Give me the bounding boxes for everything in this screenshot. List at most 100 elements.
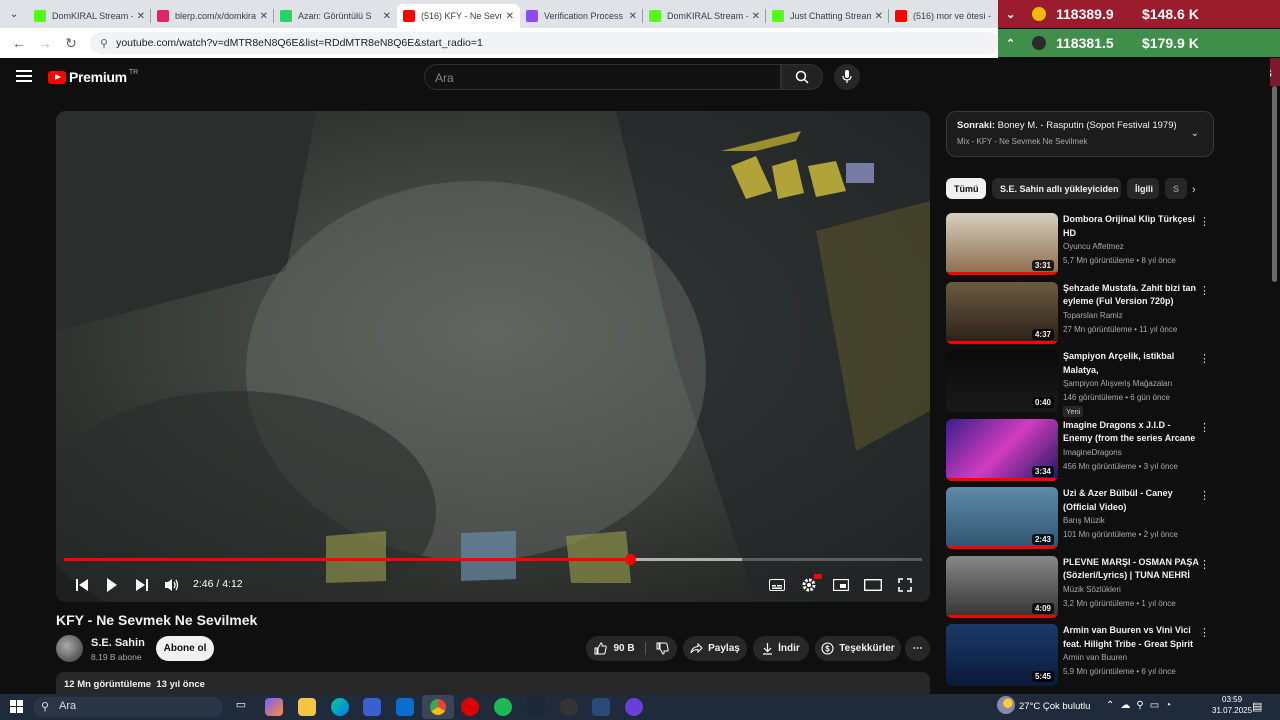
browser-tab[interactable]: blerp.com/x/domkiral ✕ <box>151 4 274 28</box>
clock[interactable]: 03:59 31.07.2025 <box>1212 695 1252 715</box>
thanks-button[interactable]: $ Teşekkürler <box>815 636 901 661</box>
video-thumbnail[interactable]: 5:45 <box>946 624 1058 686</box>
chrome-icon[interactable] <box>422 695 454 719</box>
more-vertical-icon[interactable]: ⋮ <box>1199 352 1210 365</box>
speedometer-icon[interactable] <box>560 698 578 716</box>
file-explorer-icon[interactable] <box>298 698 316 716</box>
store-icon[interactable] <box>363 698 381 716</box>
outlook-icon[interactable] <box>396 698 414 716</box>
fullscreen-button[interactable] <box>895 575 915 595</box>
site-info-icon[interactable]: ⚲ <box>100 37 108 50</box>
recommended-channel[interactable]: Şampiyon Alışveriş Mağazaları <box>1063 379 1172 388</box>
close-icon[interactable]: ✕ <box>506 11 514 22</box>
recommended-title[interactable]: Uzi & Azer Bülbül - Caney (Official Vide… <box>1063 487 1201 514</box>
recommended-channel[interactable]: Barış Müzik <box>1063 516 1105 525</box>
channel-name[interactable]: S.E. Sahin <box>91 637 145 649</box>
filter-chip[interactable]: İlgili <box>1127 178 1159 199</box>
opera-icon[interactable] <box>461 698 479 716</box>
recommended-video[interactable]: 2:43 Uzi & Azer Bülbül - Caney (Official … <box>946 487 1214 549</box>
system-tray-icons[interactable]: ⌃☁⚲▭◔ <box>1106 700 1177 711</box>
filter-chip[interactable]: S <box>1165 178 1187 199</box>
recommended-video[interactable]: 5:45 Armin van Buuren vs Vini Vici feat. … <box>946 624 1214 686</box>
windows-start-icon[interactable] <box>10 700 23 713</box>
browser-tab[interactable]: Verification Process ✕ <box>520 4 643 28</box>
recommended-title[interactable]: Dombora Orijinal Klip Türkçesi HD <box>1063 213 1201 240</box>
description-box[interactable]: 12 Mn görüntüleme 13 yıl önce <box>56 672 930 694</box>
recommended-video[interactable]: 0:40 Şampiyon Arçelik, istikbal Malatya, Ş… <box>946 350 1214 417</box>
search-input[interactable]: Ara <box>424 64 781 90</box>
more-vertical-icon[interactable]: ⋮ <box>1199 558 1210 571</box>
next-up-panel[interactable]: Sonraki: Boney M. - Rasputin (Sopot Fest… <box>946 111 1214 157</box>
recommended-title[interactable]: Şampiyon Arçelik, istikbal Malatya, <box>1063 350 1201 377</box>
weather-text[interactable]: 27°C Çok bulutlu <box>1019 701 1090 712</box>
video-thumbnail[interactable]: 3:31 <box>946 213 1058 275</box>
spotify-icon[interactable] <box>494 698 512 716</box>
browser-tab[interactable]: DomKIRAL Stream - Y ✕ <box>28 4 151 28</box>
video-thumbnail[interactable]: 4:37 <box>946 281 1058 344</box>
recommended-channel[interactable]: Müzik Sözlükleri <box>1063 585 1121 594</box>
steam-icon[interactable] <box>527 698 545 716</box>
download-button[interactable]: İndir <box>753 636 809 661</box>
next-button[interactable] <box>132 575 152 595</box>
more-vertical-icon[interactable]: ⋮ <box>1199 215 1210 228</box>
app-icon[interactable] <box>592 698 610 716</box>
recommended-video[interactable]: 3:31 Dombora Orijinal Klip Türkçesi HD Oyu… <box>946 213 1214 275</box>
browser-tab[interactable]: (516) KFY - Ne Sevme ✕ <box>397 4 520 28</box>
recommended-channel[interactable]: ImagineDragons <box>1063 448 1122 457</box>
voice-search-button[interactable] <box>834 64 860 90</box>
progress-bar[interactable] <box>64 554 922 565</box>
close-icon[interactable]: ✕ <box>875 11 883 22</box>
chevron-right-icon[interactable]: › <box>1192 184 1196 196</box>
forward-icon[interactable]: → <box>32 35 58 51</box>
url-field[interactable]: ⚲ youtube.com/watch?v=dMTR8eN8Q6E&list=R… <box>90 32 1000 54</box>
edge-icon[interactable] <box>331 698 349 716</box>
tab-search-icon[interactable]: ⌄ <box>4 4 24 24</box>
task-view-icon[interactable]: ▭ <box>232 698 250 716</box>
browser-tab[interactable]: DomKIRAL Stream - Y ✕ <box>643 4 766 28</box>
notification-icon[interactable]: ▤ <box>1252 700 1262 713</box>
subtitles-button[interactable] <box>767 575 787 595</box>
recommended-title[interactable]: Armin van Buuren vs Vini Vici feat. Hili… <box>1063 624 1201 651</box>
filter-chip[interactable]: Tümü <box>946 178 986 199</box>
video-thumbnail[interactable]: 2:43 <box>946 487 1058 549</box>
play-button[interactable] <box>102 575 122 595</box>
more-vertical-icon[interactable]: ⋮ <box>1199 626 1210 639</box>
close-icon[interactable]: ✕ <box>260 11 268 22</box>
taskbar-search[interactable]: Ara ⚲ <box>33 697 223 717</box>
more-vertical-icon[interactable]: ⋮ <box>1199 284 1210 297</box>
close-icon[interactable]: ✕ <box>137 11 145 22</box>
filter-chip[interactable]: S.E. Sahin adlı yükleyiciden <box>992 178 1121 199</box>
browser-tab[interactable]: (516) mor ve ötesi - S✕ <box>889 4 1012 28</box>
like-button[interactable]: 90 B <box>594 642 646 655</box>
more-vertical-icon[interactable]: ⋮ <box>1199 489 1210 502</box>
weather-icon[interactable] <box>997 696 1015 714</box>
search-button[interactable] <box>781 64 823 90</box>
video-thumbnail[interactable]: 4:09 <box>946 555 1058 618</box>
share-button[interactable]: Paylaş <box>683 636 747 661</box>
recommended-channel[interactable]: Toparslan Ramiz <box>1063 311 1123 320</box>
recommended-title[interactable]: Şehzade Mustafa. Zahit bizi tan eyleme (… <box>1063 282 1201 309</box>
dislike-button[interactable] <box>646 642 669 655</box>
mute-button[interactable] <box>162 575 182 595</box>
more-actions-button[interactable]: ⋯ <box>905 636 930 661</box>
recommended-video[interactable]: 4:09 PLEVNE MARŞI - OSMAN PAŞA (Sözleri/L… <box>946 555 1214 618</box>
more-vertical-icon[interactable]: ⋮ <box>1199 421 1210 434</box>
theater-mode-button[interactable] <box>863 575 883 595</box>
settings-button[interactable] <box>799 574 822 595</box>
close-icon[interactable]: ✕ <box>383 11 391 22</box>
previous-button[interactable] <box>72 575 92 595</box>
browser-tab[interactable]: Just Chatting Stream ✕ <box>766 4 889 28</box>
reload-icon[interactable]: ↻ <box>58 35 84 52</box>
recommended-title[interactable]: Imagine Dragons x J.I.D - Enemy (from th… <box>1063 419 1201 446</box>
miniplayer-button[interactable] <box>831 575 851 595</box>
menu-icon[interactable] <box>16 70 32 82</box>
video-thumbnail[interactable]: 3:34 <box>946 418 1058 481</box>
recommended-video[interactable]: 3:34 Imagine Dragons x J.I.D - Enemy (fro… <box>946 418 1214 481</box>
browser-tab[interactable]: Azan: Görüntülü S ✕ <box>274 4 397 28</box>
copilot-icon[interactable] <box>265 698 283 716</box>
video-player[interactable]: 2:46 / 4:12 <box>56 111 930 602</box>
scrollbar[interactable] <box>1272 86 1277 282</box>
recommended-channel[interactable]: Armin van Buuren <box>1063 653 1127 662</box>
channel-avatar[interactable] <box>56 635 83 662</box>
subscribe-button[interactable]: Abone ol <box>156 636 214 661</box>
